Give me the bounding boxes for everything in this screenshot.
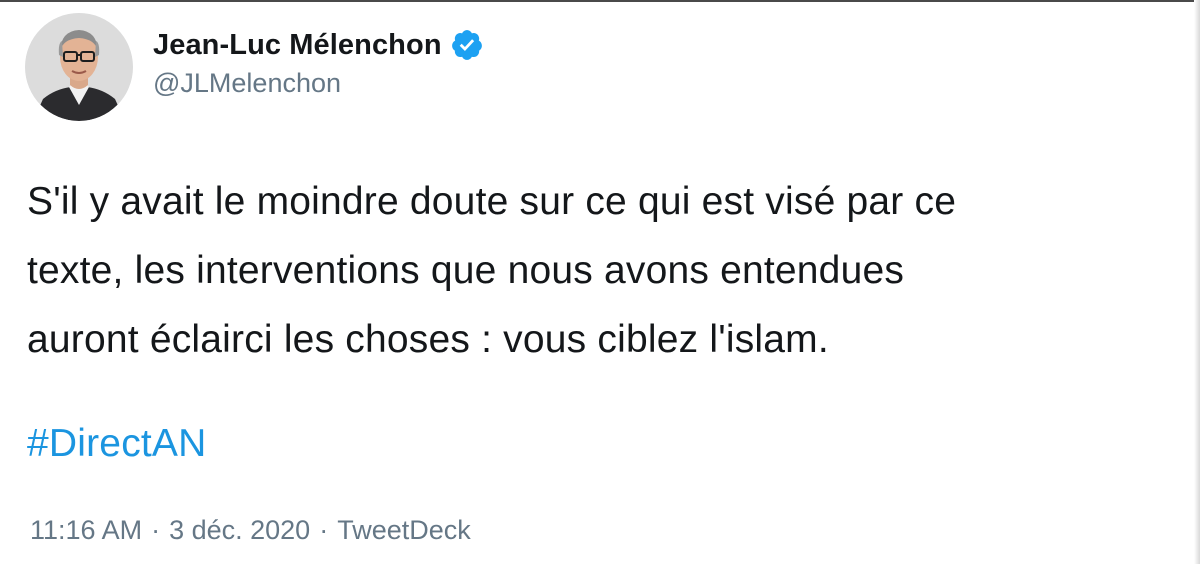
tweet-date[interactable]: 3 déc. 2020 — [169, 515, 310, 546]
display-name[interactable]: Jean-Luc Mélenchon — [153, 29, 442, 62]
verified-badge-icon — [450, 28, 484, 62]
user-info: Jean-Luc Mélenchon @JLMelenchon — [153, 24, 484, 99]
tweet-text-line: auront éclairci les choses : vous ciblez… — [27, 318, 829, 361]
tweet-source[interactable]: TweetDeck — [337, 515, 471, 546]
tweet-time[interactable]: 11:16 AM — [30, 515, 142, 546]
separator: · — [151, 515, 161, 545]
profile-photo-icon — [25, 13, 133, 121]
avatar[interactable] — [25, 13, 133, 121]
tweet-text-line: S'il y avait le moindre doute sur ce qui… — [27, 180, 957, 223]
tweet-text: S'il y avait le moindre doute sur ce qui… — [27, 167, 1200, 374]
separator: · — [319, 515, 329, 545]
name-row: Jean-Luc Mélenchon — [153, 24, 484, 66]
tweet-card: Jean-Luc Mélenchon @JLMelenchon S'il y a… — [0, 0, 1200, 564]
hashtag-link[interactable]: #DirectAN — [27, 422, 207, 466]
handle[interactable]: @JLMelenchon — [153, 68, 484, 99]
tweet-metadata: 11:16 AM · 3 déc. 2020 · TweetDeck — [30, 515, 471, 546]
tweet-text-line: texte, les interventions que nous avons … — [27, 249, 905, 292]
